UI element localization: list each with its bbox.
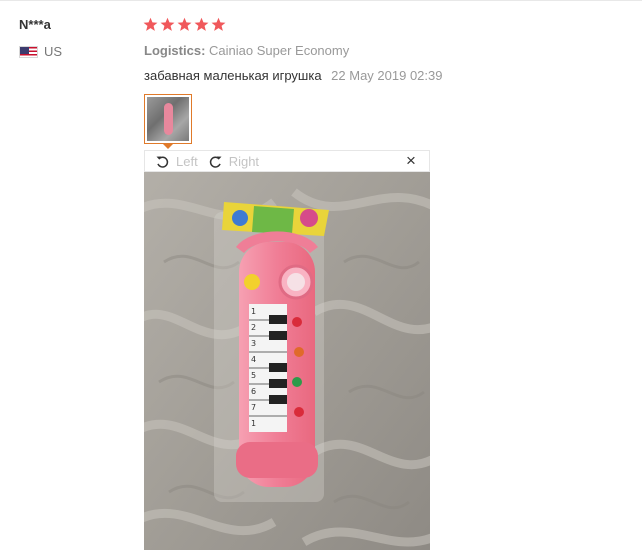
review-text: забавная маленькая игрушка xyxy=(144,68,322,83)
rotate-right-button[interactable]: Right xyxy=(208,154,259,169)
star-icon xyxy=(160,17,175,31)
us-flag-icon xyxy=(19,45,38,58)
review-photo-thumbnail[interactable] xyxy=(144,94,192,144)
star-rating xyxy=(143,17,226,32)
star-icon xyxy=(211,17,226,31)
logistics-info: Logistics: Cainiao Super Economy xyxy=(144,43,349,58)
star-icon xyxy=(177,17,192,31)
rotate-left-label: Left xyxy=(176,153,198,169)
country-code: US xyxy=(44,44,63,59)
rotate-ccw-icon xyxy=(156,155,169,168)
reviewer-country: US xyxy=(19,44,62,59)
logistics-value: Cainiao Super Economy xyxy=(209,43,350,58)
key-number: 1 xyxy=(251,307,257,316)
image-viewer-toolbar: Left Right × xyxy=(144,150,430,172)
review-body: забавная маленькая игрушка 22 May 2019 0… xyxy=(144,68,442,83)
key-number: 4 xyxy=(251,355,257,364)
thumbnail-image xyxy=(147,97,189,141)
star-icon xyxy=(194,17,209,31)
review-date: 22 May 2019 02:39 xyxy=(331,68,443,83)
reviewer-name: N***a xyxy=(19,17,51,32)
toy-piano-photo xyxy=(144,172,430,550)
key-number: 5 xyxy=(251,371,257,380)
key-number: 1 xyxy=(251,419,257,428)
logistics-label: Logistics: xyxy=(144,43,206,58)
key-number: 3 xyxy=(251,339,257,348)
divider xyxy=(0,0,642,1)
key-number: 2 xyxy=(251,323,257,332)
keyboard-numbers: 1 2 3 4 5 6 7 1 xyxy=(251,304,267,432)
key-number: 6 xyxy=(251,387,257,396)
close-icon[interactable]: × xyxy=(404,152,418,169)
rotate-cw-icon xyxy=(209,155,222,168)
key-number: 7 xyxy=(251,403,257,412)
rotate-left-button[interactable]: Left xyxy=(155,154,198,169)
thumbnail-pointer xyxy=(162,143,174,149)
rotate-right-label: Right xyxy=(228,153,260,169)
review-photo-large: 1 2 3 4 5 6 7 1 xyxy=(144,172,430,550)
star-icon xyxy=(143,17,158,31)
